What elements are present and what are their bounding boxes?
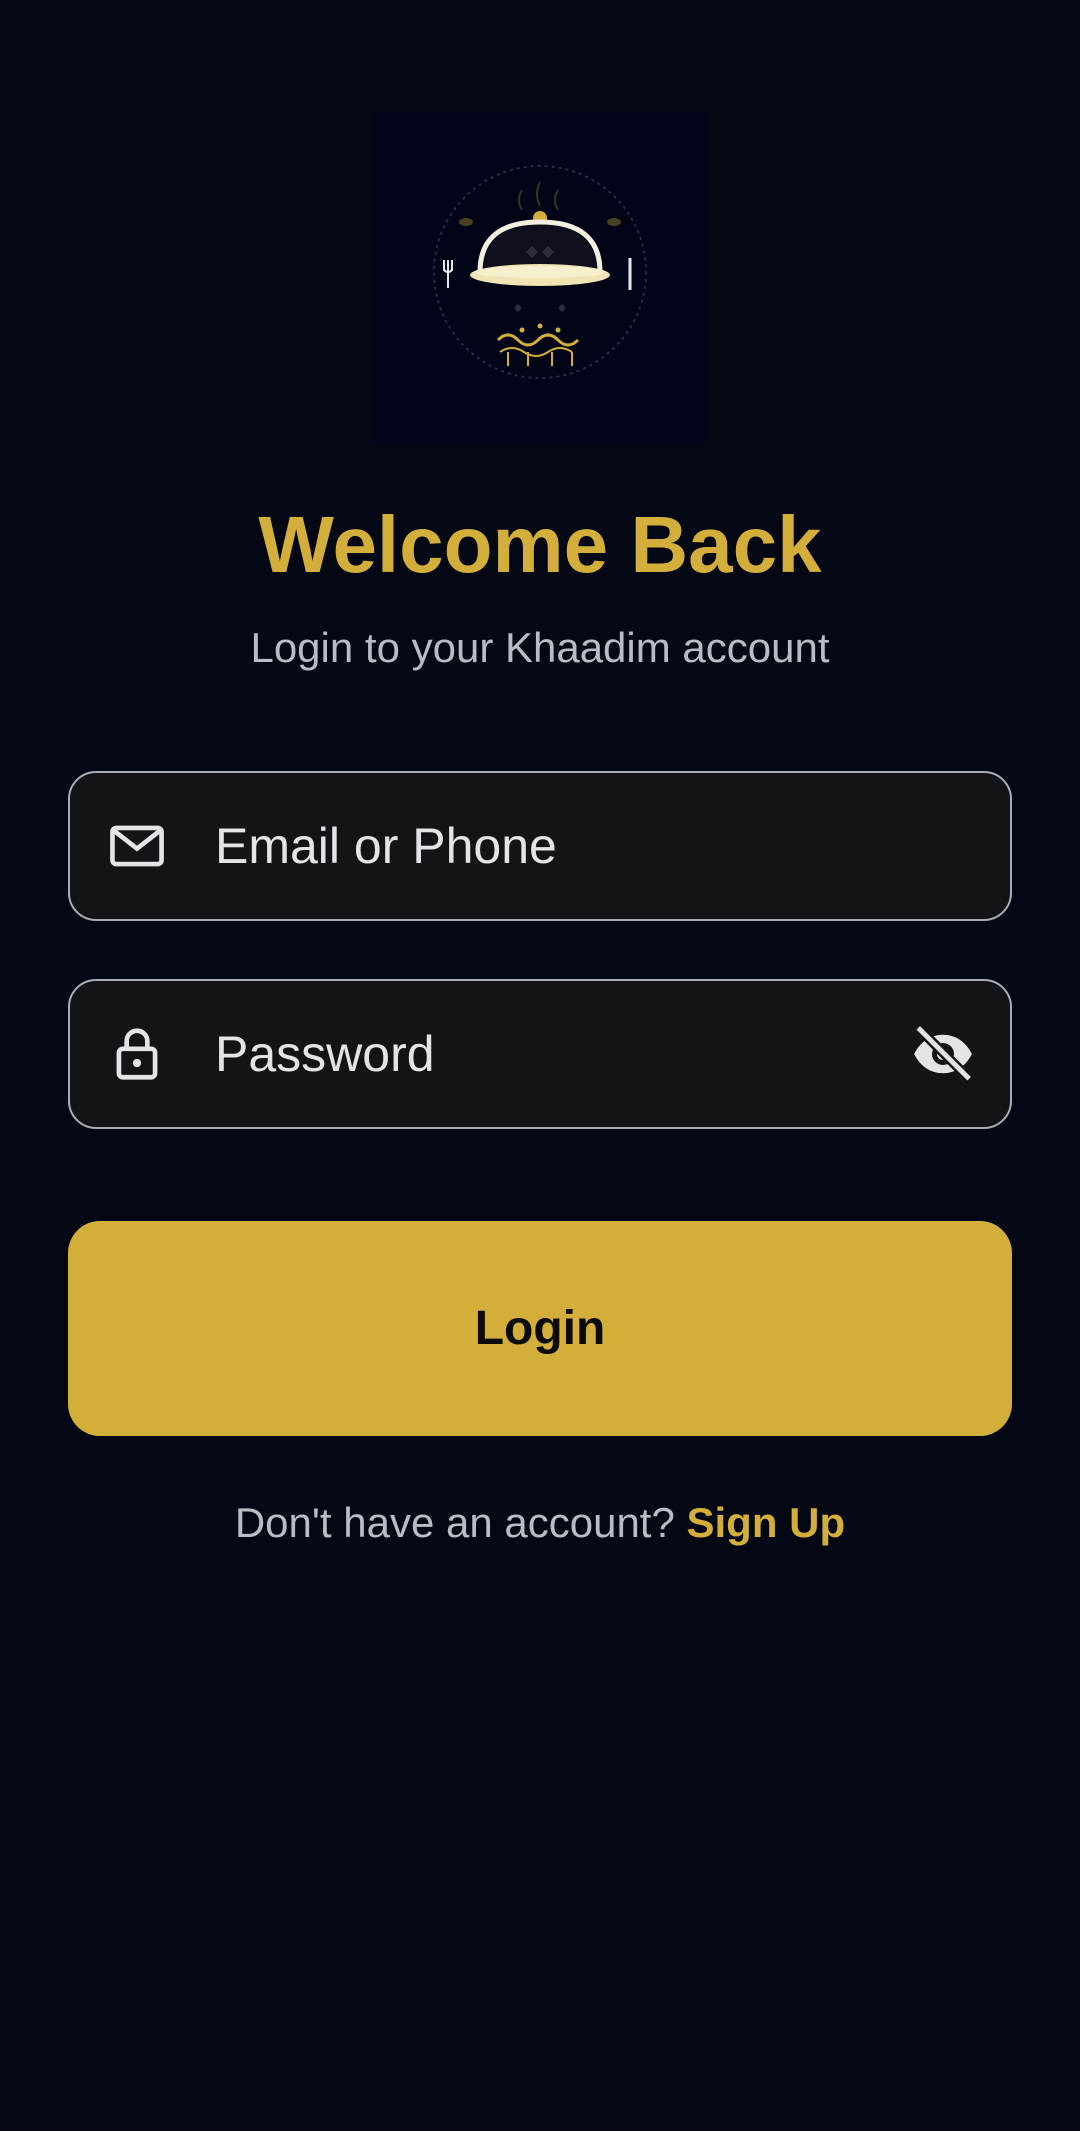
signup-prompt-text: Don't have an account? (234, 1499, 687, 1546)
login-button[interactable]: Login (68, 1221, 1012, 1436)
email-input[interactable] (215, 773, 915, 919)
password-input[interactable] (215, 981, 915, 1127)
serving-cloche-logo-icon (433, 165, 647, 379)
lock-icon (116, 1028, 158, 1080)
email-field[interactable] (68, 771, 1012, 921)
mail-icon (110, 825, 164, 867)
page-title: Welcome Back (258, 500, 822, 589)
eye-off-icon[interactable] (910, 1021, 976, 1087)
password-field[interactable] (68, 979, 1012, 1129)
login-screen: Welcome Back Login to your Khaadim accou… (0, 0, 1080, 2131)
app-logo (374, 112, 706, 444)
signup-prompt: Don't have an account? Sign Up (0, 1497, 1080, 1549)
page-subtitle: Login to your Khaadim account (250, 624, 830, 671)
signup-link[interactable]: Sign Up (687, 1499, 846, 1546)
